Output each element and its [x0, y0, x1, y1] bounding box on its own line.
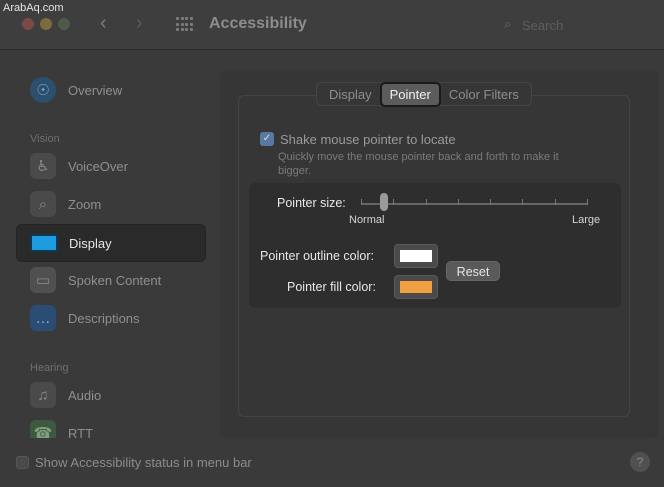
fill-color-swatch: [400, 281, 432, 293]
slider-tick: [393, 199, 394, 205]
tab-display[interactable]: Display: [321, 84, 380, 105]
sidebar-item-label: VoiceOver: [68, 159, 128, 174]
shake-pointer-checkbox[interactable]: ✓: [260, 132, 274, 146]
sidebar-item-label: Overview: [68, 83, 123, 98]
search-icon: ⌕: [504, 16, 512, 31]
forward-icon[interactable]: ›: [136, 12, 143, 35]
slider-tick: [587, 199, 588, 205]
sidebar-item-label: Display: [69, 236, 112, 251]
pointer-appearance-panel: Pointer size: Normal Large Pointer outli…: [249, 183, 621, 308]
pointer-size-slider-track[interactable]: [361, 203, 587, 205]
show-all-grid-icon[interactable]: [176, 17, 194, 32]
sidebar-item-voiceover[interactable]: ♿ VoiceOver: [16, 148, 206, 186]
sidebar-item-label: Zoom: [68, 197, 102, 212]
pointer-size-min-label: Normal: [349, 214, 385, 226]
slider-tick: [555, 199, 556, 205]
outline-color-swatch: [400, 250, 432, 262]
sidebar-item-rtt[interactable]: ☎ RTT: [16, 415, 206, 438]
help-button[interactable]: ?: [630, 452, 650, 472]
back-icon[interactable]: ‹: [100, 12, 107, 35]
slider-tick: [361, 199, 362, 205]
pointer-outline-color-well[interactable]: [394, 244, 438, 268]
slider-tick: [426, 199, 427, 205]
title-bar: ‹ › Accessibility ⌕: [0, 0, 664, 50]
descriptions-icon: …: [30, 305, 56, 331]
sidebar-item-overview[interactable]: ☉ Overview: [16, 72, 206, 110]
show-status-checkbox[interactable]: [16, 456, 29, 469]
tab-bar: Display Pointer Color Filters: [316, 81, 532, 107]
spoken-content-icon: ▭: [30, 267, 56, 293]
sidebar-item-descriptions[interactable]: … Descriptions: [16, 300, 206, 338]
window-title: Accessibility: [209, 15, 307, 32]
search-field[interactable]: ⌕: [498, 14, 650, 36]
tab-color-filters[interactable]: Color Filters: [441, 84, 527, 105]
reset-colors-button[interactable]: Reset: [446, 261, 500, 281]
rtt-icon: ☎: [30, 420, 56, 438]
search-input[interactable]: [522, 16, 642, 34]
sidebar-item-label: Descriptions: [68, 311, 140, 326]
pointer-size-label: Pointer size:: [277, 196, 346, 210]
pointer-fill-color-label: Pointer fill color:: [287, 280, 376, 294]
tab-pointer[interactable]: Pointer: [379, 81, 441, 107]
slider-tick: [522, 199, 523, 205]
shake-pointer-label: Shake mouse pointer to locate: [280, 132, 456, 147]
zoom-icon: ⌕: [30, 191, 56, 217]
display-icon: [30, 234, 58, 252]
sidebar-item-zoom[interactable]: ⌕ Zoom: [16, 186, 206, 224]
sidebar-item-label: Spoken Content: [68, 273, 162, 288]
slider-tick: [490, 199, 491, 205]
audio-icon: ♫: [30, 382, 56, 408]
minimize-window-button[interactable]: [40, 18, 52, 30]
show-status-label: Show Accessibility status in menu bar: [35, 455, 252, 470]
pointer-size-max-label: Large: [572, 214, 601, 226]
watermark-text: ArabAq.com: [3, 2, 64, 14]
sidebar: ☉ Overview Vision ♿ VoiceOver ⌕ Zoom Dis…: [10, 66, 214, 438]
slider-tick: [458, 199, 459, 205]
voiceover-icon: ♿: [30, 153, 56, 179]
sidebar-section-hearing: Hearing: [30, 362, 69, 374]
sidebar-item-spoken-content[interactable]: ▭ Spoken Content: [16, 262, 206, 300]
close-window-button[interactable]: [22, 18, 34, 30]
sidebar-item-label: RTT: [68, 426, 94, 438]
shake-pointer-description: Quickly move the mouse pointer back and …: [278, 151, 559, 177]
pointer-outline-color-label: Pointer outline color:: [260, 249, 374, 263]
pointer-fill-color-well[interactable]: [394, 275, 438, 299]
pointer-size-slider-knob[interactable]: [379, 193, 388, 211]
sidebar-item-label: Audio: [68, 388, 102, 403]
sidebar-item-display[interactable]: Display: [16, 224, 206, 262]
sidebar-item-audio[interactable]: ♫ Audio: [16, 377, 206, 415]
overview-icon: ☉: [30, 77, 56, 103]
zoom-window-button[interactable]: [58, 18, 70, 30]
sidebar-section-vision: Vision: [30, 133, 60, 145]
